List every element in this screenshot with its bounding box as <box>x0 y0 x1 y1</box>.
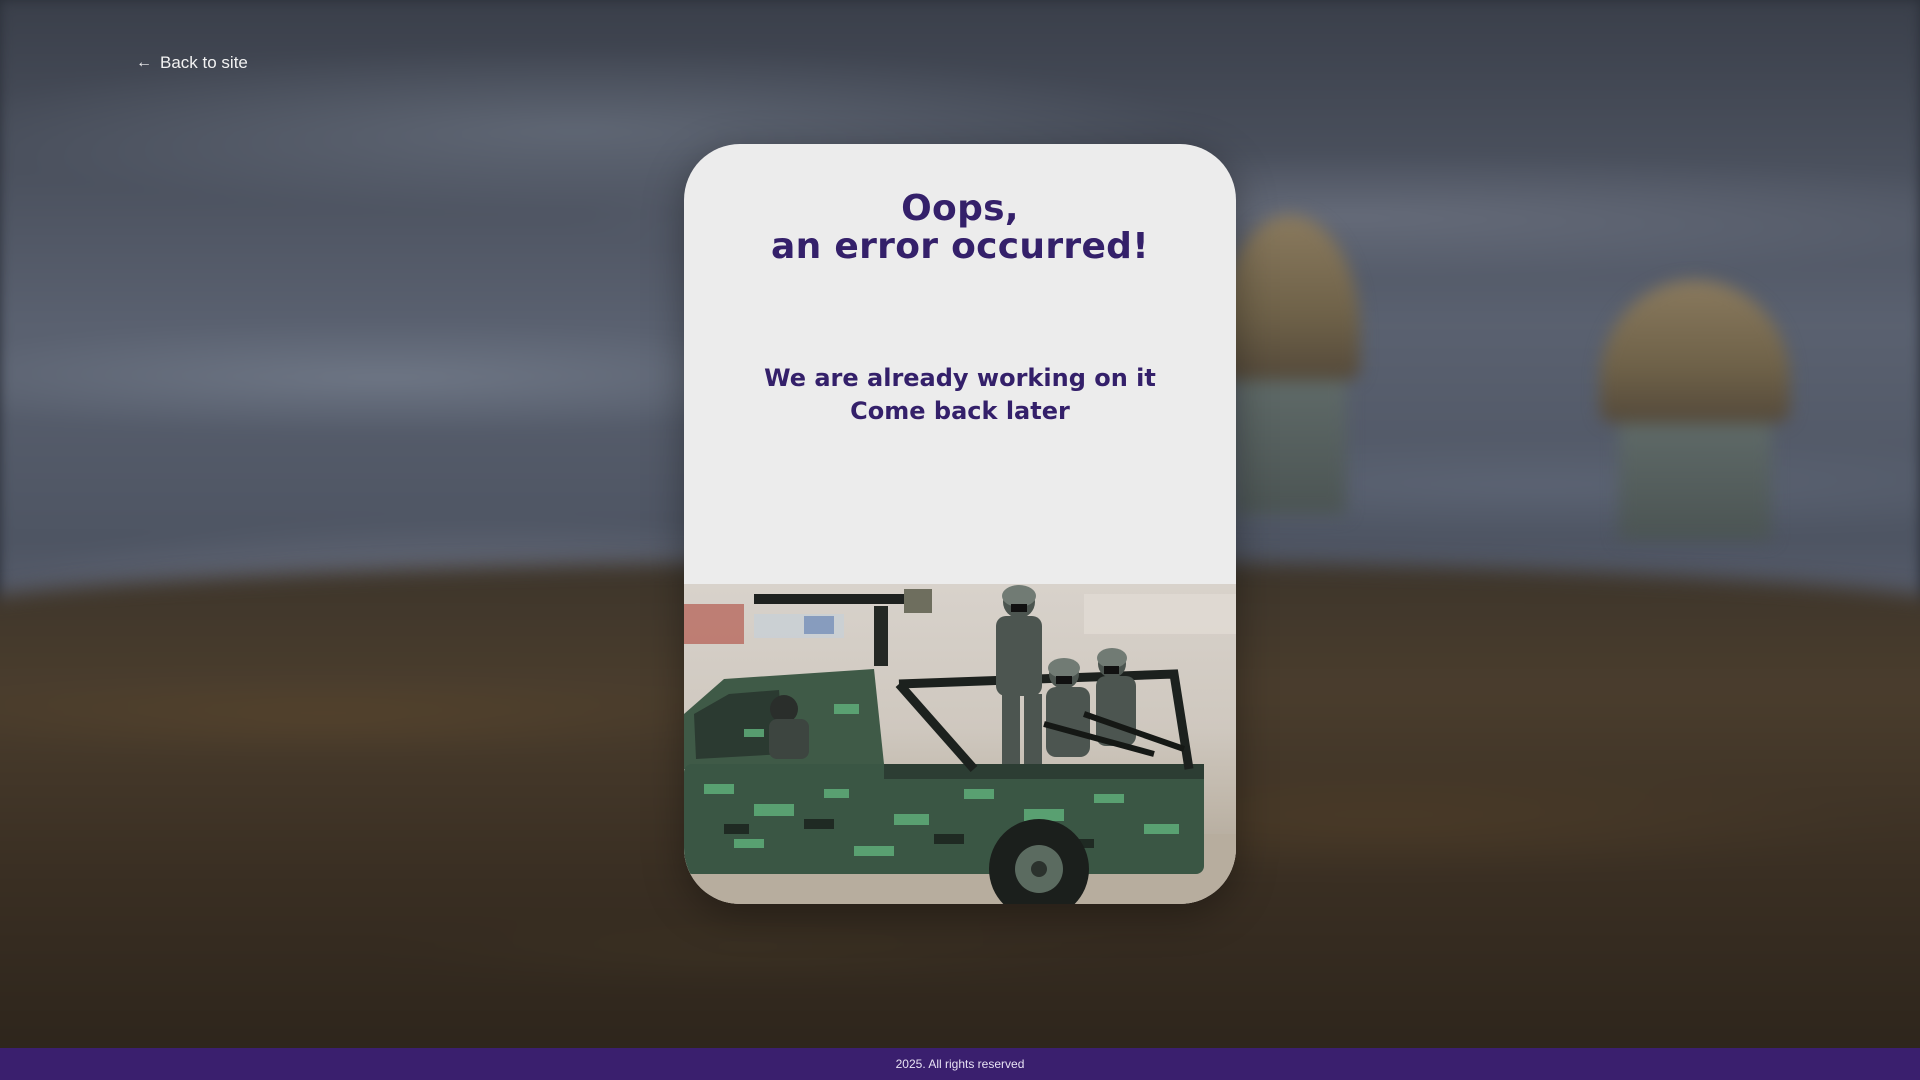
error-message-line-1: We are already working on it <box>764 364 1156 392</box>
error-message-line-2: Come back later <box>850 397 1070 425</box>
background-dome <box>1220 215 1360 515</box>
error-title-line-2: an error occurred! <box>771 226 1149 267</box>
error-title-line-1: Oops, <box>901 188 1019 229</box>
footer: 2025. All rights reserved <box>0 1048 1920 1080</box>
error-title: Oops, an error occurred! <box>684 190 1236 266</box>
arrow-left-icon: ← <box>136 54 152 71</box>
error-photo <box>684 584 1236 904</box>
background-dome <box>1600 280 1790 540</box>
military-truck-illustration <box>684 585 1236 904</box>
copyright-text: 2025. All rights reserved <box>895 1057 1025 1071</box>
error-card: Oops, an error occurred! We are already … <box>684 144 1236 904</box>
back-to-site-link[interactable]: ← Back to site <box>136 53 248 73</box>
back-to-site-label: Back to site <box>160 53 248 72</box>
error-message: We are already working on it Come back l… <box>684 362 1236 428</box>
